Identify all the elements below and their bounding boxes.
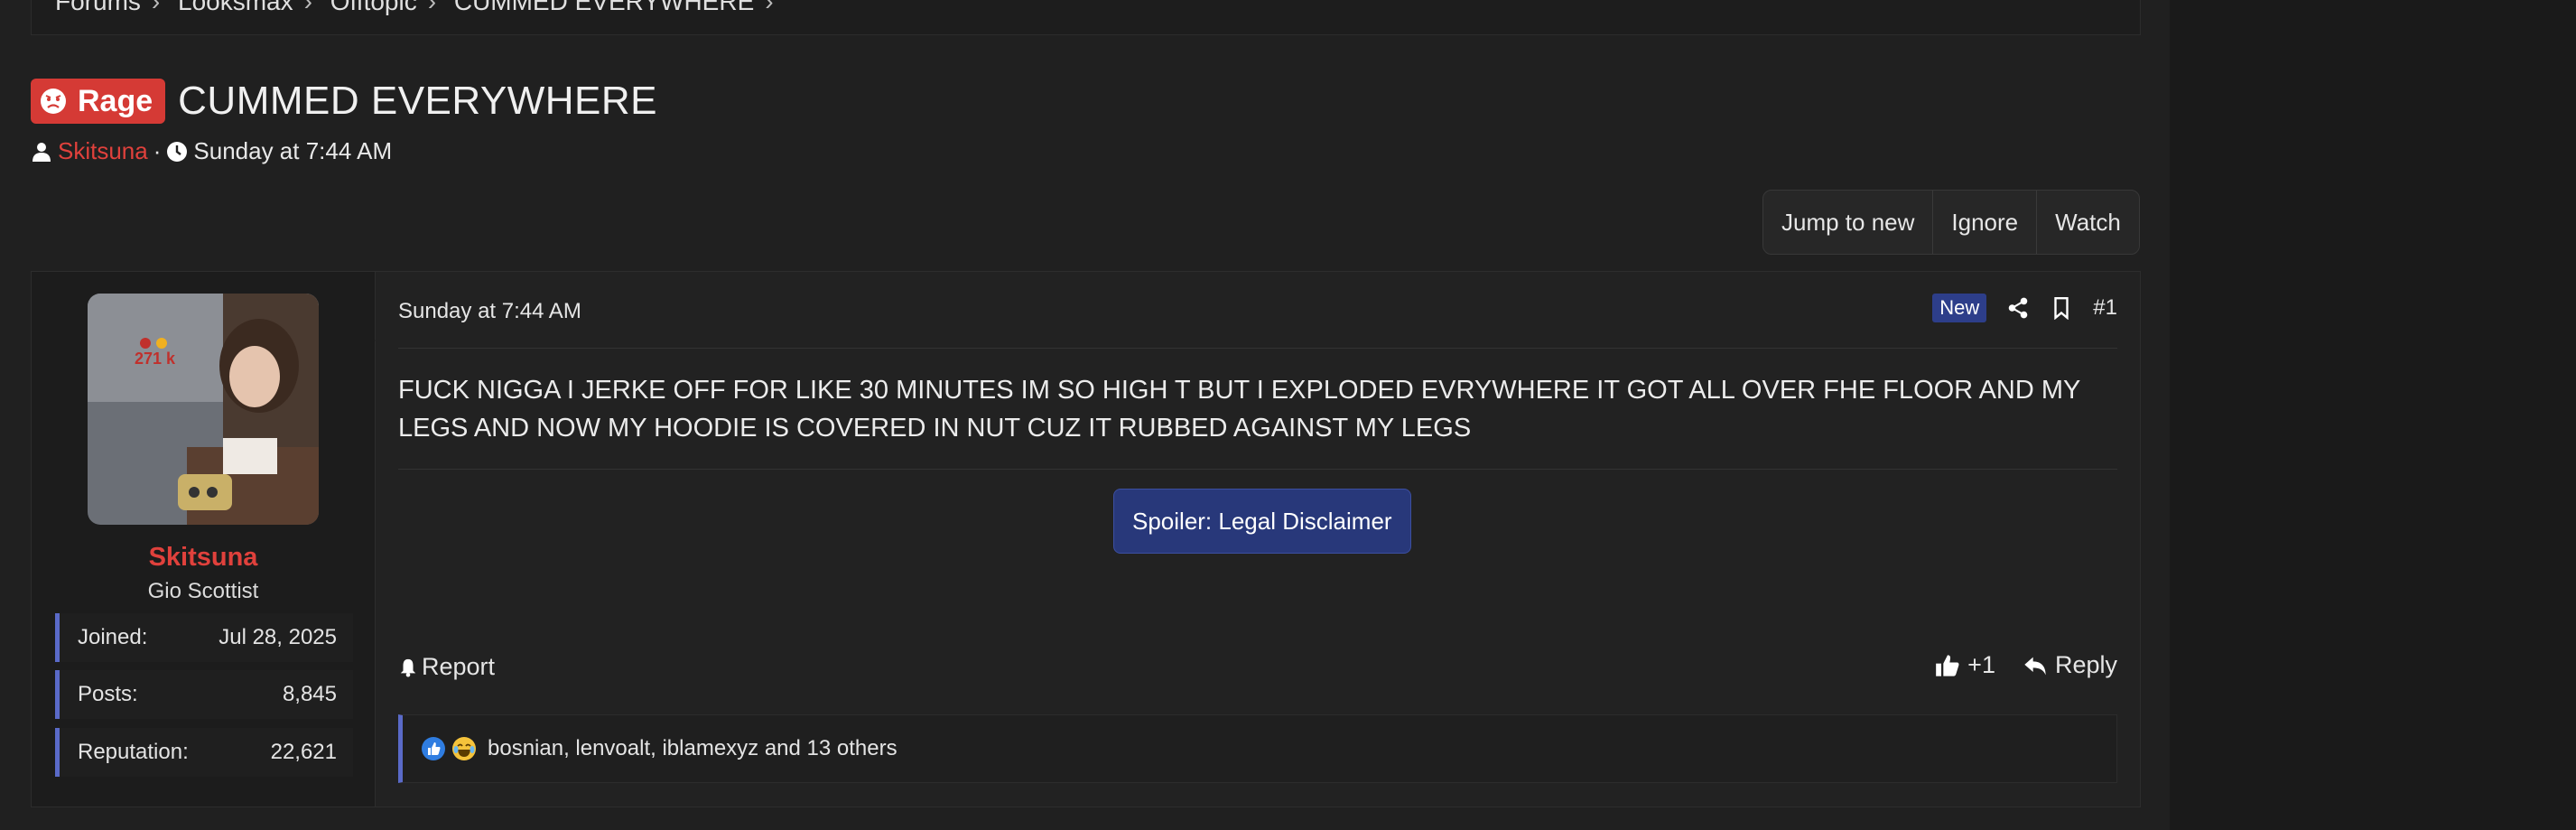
chevron-right-icon: ›	[765, 0, 774, 15]
clock-icon	[167, 141, 188, 162]
stat-reputation: Reputation: 22,621	[55, 728, 353, 777]
share-icon[interactable]	[2006, 296, 2030, 320]
reply-icon	[2024, 657, 2046, 675]
stat-value: 22,621	[270, 740, 337, 764]
post-user-title: Gio Scottist	[147, 579, 259, 603]
report-link[interactable]: Report	[398, 653, 495, 681]
chevron-right-icon: ›	[303, 0, 312, 15]
spoiler-button[interactable]: Spoiler: Legal Disclaimer	[1113, 489, 1411, 554]
angry-face-icon	[41, 89, 66, 114]
bookmark-icon[interactable]	[2050, 296, 2073, 320]
laughing-reaction-icon	[452, 737, 476, 760]
reply-button[interactable]: Reply	[2023, 651, 2117, 679]
breadcrumb-bar: Forums › Looksmax › Offtopic › CUMMED EVERY…	[31, 0, 2141, 35]
report-label: Report	[422, 653, 496, 680]
stat-value[interactable]: 8,845	[283, 682, 337, 707]
like-button[interactable]: +1	[1935, 651, 1995, 679]
post-container: 271 k Skitsuna Gio Scottist Joined: Jul …	[31, 271, 2141, 807]
chevron-right-icon: ›	[151, 0, 161, 15]
post-actions-bottom: +1 Reply	[1935, 651, 2117, 679]
breadcrumb-offtopic[interactable]: Offtopic	[330, 0, 417, 15]
user-icon	[33, 142, 51, 162]
new-badge: New	[1932, 294, 1987, 322]
ignore-button[interactable]: Ignore	[1933, 191, 2038, 254]
thread-prefix-label: Rage	[78, 83, 153, 118]
divider	[398, 469, 2117, 470]
post-body: FUCK NIGGA I JERKE OFF FOR LIKE 30 MINUT…	[398, 376, 2080, 443]
reactions-summary[interactable]: bosnian, lenvoalt, iblamexyz and 13 othe…	[488, 736, 897, 761]
stat-label: Reputation:	[78, 740, 189, 764]
post-actions-top: New #1	[1932, 294, 2117, 322]
stat-label: Posts:	[78, 682, 138, 706]
reactions-bar[interactable]: bosnian, lenvoalt, iblamexyz and 13 othe…	[398, 714, 2117, 783]
post-number[interactable]: #1	[2093, 295, 2117, 321]
avatar-overlay-text: 271 k	[135, 350, 176, 368]
chevron-right-icon: ›	[427, 0, 437, 15]
divider	[398, 348, 2117, 349]
thread-title-row: Rage CUMMED EVERYWHERE	[31, 78, 657, 125]
breadcrumb-forums[interactable]: Forums	[55, 0, 141, 15]
thread-meta: Skitsuna · Sunday at 7:44 AM	[31, 137, 392, 165]
right-gutter	[2170, 0, 2576, 830]
watch-button[interactable]: Watch	[2037, 191, 2139, 254]
breadcrumb-thread[interactable]: CUMMED EVERYWHERE	[454, 0, 754, 15]
post-date[interactable]: Sunday at 7:44 AM	[398, 299, 581, 324]
meta-separator: ·	[153, 137, 162, 164]
avatar-image: 271 k	[88, 294, 319, 525]
page-title: CUMMED EVERYWHERE	[178, 79, 657, 123]
bell-icon	[400, 658, 416, 677]
thumbs-up-icon	[1936, 654, 1959, 676]
stat-joined: Joined: Jul 28, 2025	[55, 613, 353, 662]
breadcrumb-looksmax[interactable]: Looksmax	[178, 0, 293, 15]
stat-value: Jul 28, 2025	[219, 625, 337, 649]
page: Forums › Looksmax › Offtopic › CUMMED EVERY…	[0, 0, 2170, 830]
stat-label: Joined:	[78, 625, 148, 649]
thread-button-group: Jump to new Ignore Watch	[1762, 190, 2140, 255]
post-arrow	[375, 328, 389, 353]
thread-prefix-badge[interactable]: Rage	[31, 79, 166, 124]
like-count: +1	[1967, 651, 1995, 678]
post-username[interactable]: Skitsuna	[32, 543, 375, 573]
reply-label: Reply	[2054, 651, 2117, 678]
stat-posts: Posts: 8,845	[55, 670, 353, 719]
jump-to-new-button[interactable]: Jump to new	[1763, 191, 1934, 254]
thread-date[interactable]: Sunday at 7:44 AM	[193, 137, 392, 165]
avatar[interactable]: 271 k	[88, 294, 319, 525]
post-user-column: 271 k Skitsuna Gio Scottist Joined: Jul …	[32, 272, 376, 807]
thread-author-link[interactable]: Skitsuna	[58, 137, 148, 165]
breadcrumb: Forums › Looksmax › Offtopic › CUMMED EVERY…	[55, 0, 785, 16]
like-reaction-icon	[422, 737, 445, 760]
